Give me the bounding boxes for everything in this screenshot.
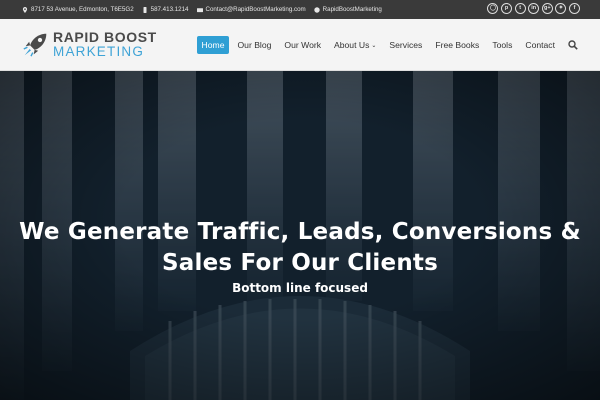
email-link[interactable]: Contact@RapidBoostMarketing.com: [206, 6, 306, 13]
search-icon[interactable]: [568, 40, 578, 50]
rocket-icon: [23, 33, 47, 57]
twitter-icon[interactable]: ✦: [555, 3, 567, 14]
hero-banner: We Generate Traffic, Leads, Conversions …: [0, 71, 600, 400]
social-links: ◯ p t in g+ ✦ f: [485, 3, 580, 14]
facebook-icon[interactable]: f: [569, 3, 580, 14]
hero-title-line-2: Sales For Our Clients: [162, 250, 438, 276]
nav-our-work-label: Our Work: [284, 40, 322, 50]
nav-contact-label: Contact: [525, 40, 555, 50]
email-info[interactable]: Contact@RapidBoostMarketing.com: [196, 6, 306, 13]
nav-home-label: Home: [201, 40, 225, 50]
hero-title: We Generate Traffic, Leads, Conversions …: [0, 217, 600, 279]
envelope-icon: [196, 7, 203, 12]
logo-line-1: RAPID BOOST: [53, 29, 157, 45]
nav-free-books[interactable]: Free Books: [430, 36, 484, 54]
logo-line-2: MARKETING: [53, 44, 145, 59]
skype-info[interactable]: RapidBoostMarketing: [313, 6, 382, 13]
top-info-bar: 8717 53 Avenue, Edmonton, T6E5G2 587.413…: [0, 0, 600, 19]
nav-tools[interactable]: Tools: [487, 36, 517, 54]
address-text: 8717 53 Avenue, Edmonton, T6E5G2: [31, 6, 134, 13]
linkedin-icon[interactable]: in: [528, 3, 540, 14]
site-logo[interactable]: RAPID BOOST MARKETING: [22, 30, 157, 59]
chevron-down-icon: ⌄: [371, 42, 377, 49]
nav-home[interactable]: Home: [196, 36, 230, 54]
site-header: RAPID BOOST MARKETING Home Our Blog Our …: [0, 19, 600, 71]
phone-info: 587.413.1214: [142, 6, 189, 13]
instagram-icon[interactable]: ◯: [487, 3, 499, 14]
google-plus-icon[interactable]: g+: [541, 3, 553, 14]
nav-about-us[interactable]: About Us ⌄: [329, 36, 381, 54]
tumblr-icon[interactable]: t: [514, 3, 526, 14]
hero-subtitle: Bottom line focused: [232, 281, 368, 295]
pinterest-icon[interactable]: p: [501, 3, 513, 14]
address-info: 8717 53 Avenue, Edmonton, T6E5G2: [22, 6, 134, 13]
nav-services-label: Services: [389, 40, 423, 50]
skype-icon: [313, 6, 320, 13]
hero-title-line-1: We Generate Traffic, Leads, Conversions …: [19, 219, 581, 245]
map-pin-icon: [22, 6, 28, 13]
nav-tools-label: Tools: [492, 40, 513, 50]
skype-link[interactable]: RapidBoostMarketing: [323, 6, 382, 13]
nav-our-blog[interactable]: Our Blog: [232, 36, 276, 54]
nav-our-blog-label: Our Blog: [237, 40, 272, 50]
nav-our-work[interactable]: Our Work: [279, 36, 326, 54]
phone-text: 587.413.1214: [150, 6, 189, 13]
nav-free-books-label: Free Books: [435, 40, 480, 50]
nav-services[interactable]: Services: [384, 36, 427, 54]
main-nav: Home Our Blog Our Work About Us ⌄ Service…: [194, 36, 578, 54]
nav-contact[interactable]: Contact: [520, 36, 560, 54]
nav-about-us-label: About Us: [334, 40, 370, 50]
phone-icon: [143, 6, 147, 13]
